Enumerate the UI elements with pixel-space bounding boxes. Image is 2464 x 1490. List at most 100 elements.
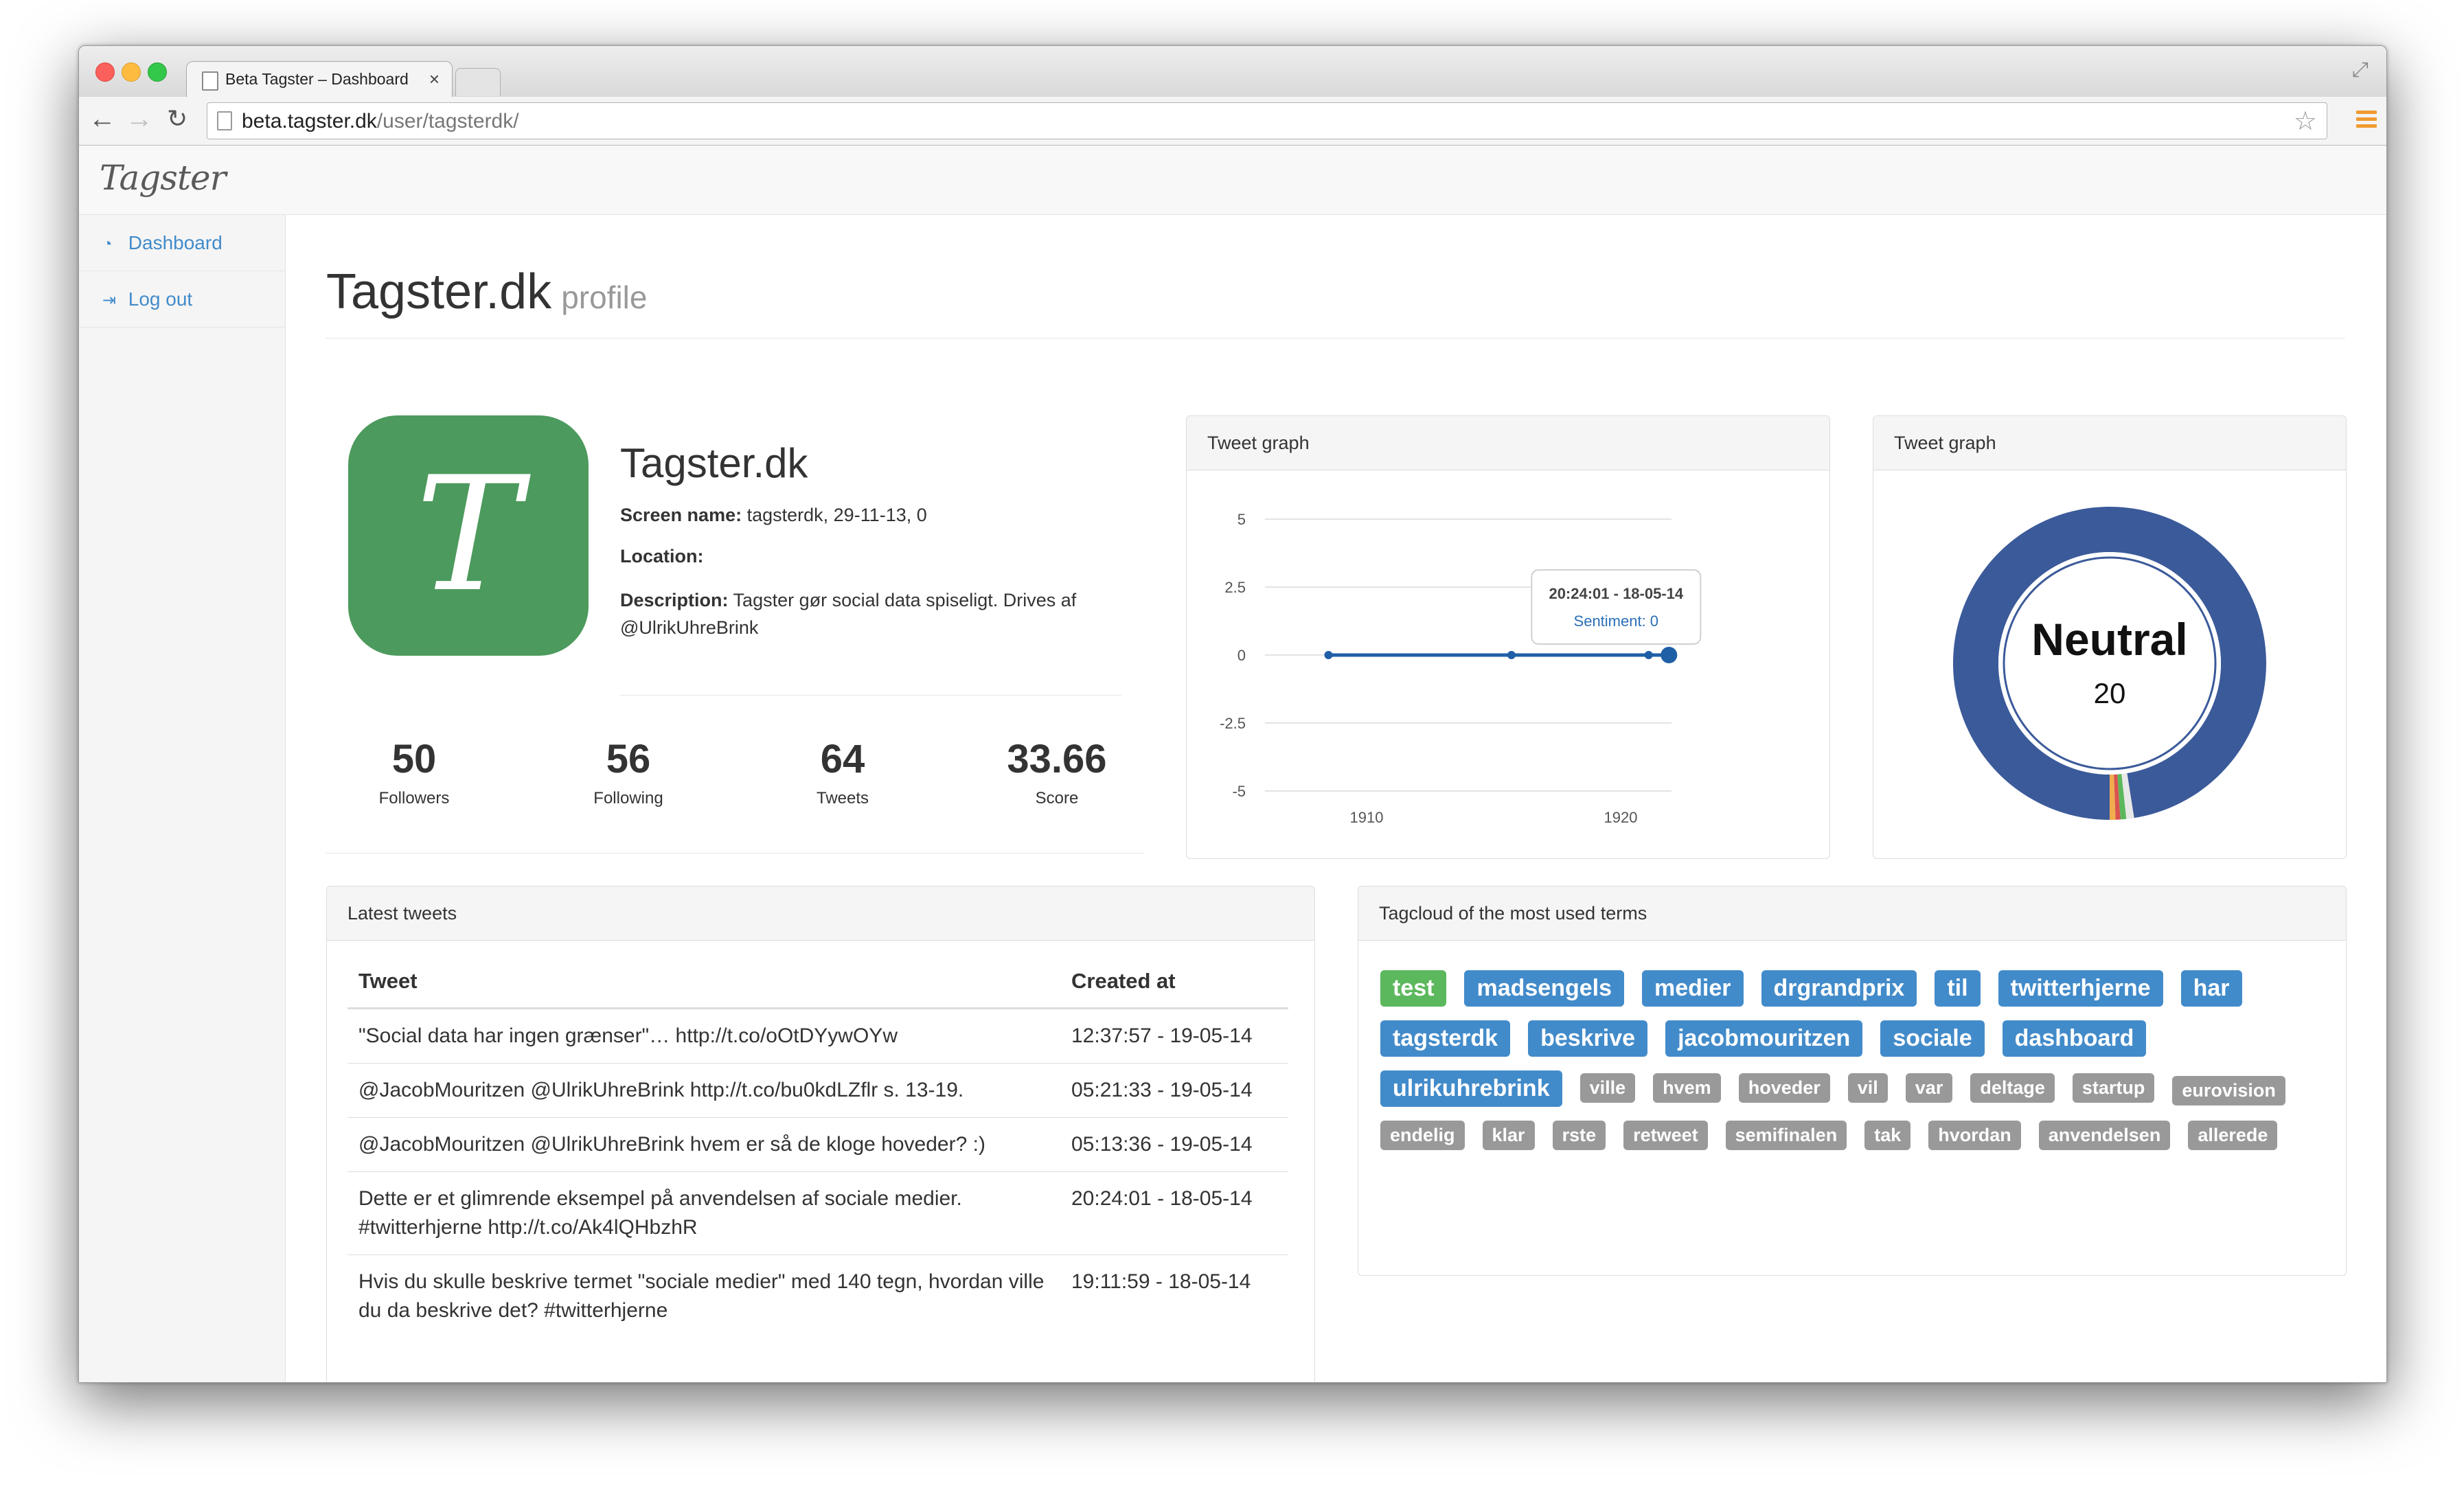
- tag-label[interactable]: semifinalen: [1725, 1121, 1847, 1150]
- tweet-text: @JacobMouritzen @UlrikUhreBrink hvem er …: [347, 1117, 1060, 1172]
- tweet-created: 05:13:36 - 19-05-14: [1060, 1117, 1288, 1172]
- tagcloud: test madsengels medier drgrandprix til twitte…: [1380, 970, 2328, 1160]
- sidebar-item-label: Log out: [128, 288, 193, 310]
- tooltip-text: Sentiment: 0: [1574, 612, 1659, 630]
- page-icon: [217, 111, 232, 130]
- url-path: /user/tagsterdk/: [376, 110, 519, 133]
- panel-title: Tweet graph: [1187, 416, 1829, 470]
- tweet-created: 20:24:01 - 18-05-14: [1060, 1171, 1288, 1255]
- brand-logo[interactable]: Tagster: [100, 158, 227, 198]
- tag-label[interactable]: anvendelsen: [2038, 1121, 2171, 1150]
- address-bar[interactable]: beta.tagster.dk/user/tagsterdk/ ☆: [207, 102, 2327, 139]
- tag-label[interactable]: deltage: [1970, 1073, 2055, 1103]
- data-point[interactable]: [1507, 651, 1516, 659]
- tag-label[interactable]: tagsterdk: [1380, 1020, 1511, 1057]
- latest-tweets-panel: Latest tweets Tweet Created at "Social d…: [326, 886, 1315, 1382]
- tag-label[interactable]: vil: [1847, 1073, 1888, 1103]
- fullscreen-icon[interactable]: ⤢: [2352, 58, 2369, 82]
- tag-label[interactable]: eurovision: [2172, 1076, 2285, 1105]
- bookmark-star-icon[interactable]: ☆: [2294, 106, 2317, 137]
- tweets-table: Tweet Created at "Social data har ingen …: [347, 969, 1288, 1338]
- page-header: Tagster.dk profile: [326, 264, 2345, 339]
- tag-label[interactable]: beskrive: [1528, 1020, 1648, 1057]
- tweet-graph-line-panel: Tweet graph 5 2.5 0 -2.5 -5 1910 1920 20:24:01 …: [1186, 415, 1830, 859]
- browser-menu-icon[interactable]: [2356, 111, 2377, 128]
- tab-title: Beta Tagster – Dashboard: [225, 70, 409, 88]
- donut-center-value: 20: [2094, 677, 2126, 709]
- minimize-window-button[interactable]: [122, 62, 141, 82]
- stat-label: Tweets: [816, 789, 869, 807]
- tweet-created: 05:21:33 - 19-05-14: [1060, 1063, 1288, 1118]
- panel-title: Tagcloud of the most used terms: [1358, 886, 2346, 941]
- panel-title: Latest tweets: [327, 886, 1314, 941]
- data-point[interactable]: [1324, 651, 1333, 659]
- stat-following: 56 Following: [560, 736, 697, 808]
- tag-label[interactable]: rste: [1552, 1121, 1606, 1150]
- data-point[interactable]: [1661, 647, 1678, 663]
- dashboard-icon: ◔: [102, 235, 113, 253]
- document-icon: [202, 71, 218, 91]
- new-tab-button[interactable]: [455, 68, 501, 96]
- tweet-text: @JacobMouritzen @UlrikUhreBrink http://t…: [347, 1063, 1060, 1118]
- table-row: "Social data har ingen grænser"… http://…: [347, 1008, 1288, 1064]
- top-navbar: Tagster: [79, 146, 2386, 215]
- tag-label[interactable]: twitterhjerne: [1998, 970, 2163, 1007]
- stat-label: Score: [1035, 789, 1079, 807]
- avatar: T: [348, 415, 589, 656]
- tag-label[interactable]: var: [1905, 1073, 1953, 1103]
- tag-label[interactable]: medier: [1642, 970, 1744, 1007]
- tag-label[interactable]: startup: [2072, 1073, 2155, 1103]
- sidebar-item-dashboard[interactable]: ◔ Dashboard: [79, 215, 285, 271]
- data-point[interactable]: [1644, 651, 1653, 659]
- tag-label[interactable]: til: [1935, 970, 1981, 1007]
- tag-label[interactable]: allerede: [2188, 1121, 2278, 1150]
- tooltip-title: 20:24:01 - 18-05-14: [1549, 585, 1683, 602]
- tag-label[interactable]: sociale: [1880, 1020, 1985, 1057]
- tag-label[interactable]: dashboard: [2002, 1020, 2147, 1057]
- tweet-text: Hvis du skulle beskrive termet "sociale …: [347, 1254, 1060, 1338]
- tag-label[interactable]: jacobmouritzen: [1665, 1020, 1863, 1057]
- reload-icon[interactable]: ↻: [167, 105, 187, 133]
- stat-value: 56: [606, 737, 651, 781]
- tag-label[interactable]: tak: [1864, 1121, 1911, 1150]
- tag-label[interactable]: madsengels: [1464, 970, 1624, 1007]
- tag-label[interactable]: hoveder: [1738, 1073, 1830, 1103]
- donut-center-label: Neutral: [2031, 614, 2187, 665]
- tag-label[interactable]: hvordan: [1928, 1121, 2021, 1150]
- tag-label[interactable]: endelig: [1380, 1121, 1465, 1150]
- browser-window: Beta Tagster – Dashboard × ⤢ ← → ↻ beta.…: [78, 45, 2387, 1383]
- donut-chart[interactable]: Neutral 20: [1873, 470, 2346, 858]
- tab-close-icon[interactable]: ×: [429, 69, 440, 90]
- zoom-window-button[interactable]: [148, 62, 167, 82]
- sidebar-item-logout[interactable]: ⇥ Log out: [79, 271, 285, 328]
- url-host: beta.tagster.dk: [242, 110, 377, 133]
- tweet-created: 19:11:59 - 18-05-14: [1060, 1254, 1288, 1338]
- browser-tab[interactable]: Beta Tagster – Dashboard ×: [186, 61, 453, 99]
- line-chart[interactable]: 5 2.5 0 -2.5 -5 1910 1920 20:24:01 - 18-05-14 Se…: [1187, 470, 1829, 858]
- stat-followers: 50 Followers: [345, 736, 483, 808]
- profile-divider: [620, 695, 1121, 696]
- tag-label[interactable]: klar: [1482, 1121, 1535, 1150]
- x-tick-label: 1920: [1604, 809, 1638, 826]
- forward-arrow-icon[interactable]: →: [126, 105, 153, 133]
- back-arrow-icon[interactable]: ←: [89, 105, 116, 133]
- tag-label[interactable]: har: [2180, 970, 2242, 1007]
- tag-label[interactable]: ville: [1579, 1073, 1636, 1103]
- table-row: @JacobMouritzen @UlrikUhreBrink hvem er …: [347, 1117, 1288, 1172]
- tag-label[interactable]: test: [1380, 970, 1447, 1007]
- tag-label[interactable]: ulrikuhrebrink: [1380, 1070, 1562, 1107]
- description-label: Description:: [620, 590, 729, 610]
- table-row: Dette er et glimrende eksempel på anvend…: [347, 1171, 1288, 1255]
- tag-label[interactable]: retweet: [1623, 1121, 1708, 1150]
- url-text: beta.tagster.dk/user/tagsterdk/: [242, 110, 519, 133]
- table-row: Hvis du skulle beskrive termet "sociale …: [347, 1254, 1288, 1338]
- sidebar: ◔ Dashboard ⇥ Log out: [79, 215, 286, 1382]
- stat-tweets: 64 Tweets: [774, 736, 911, 808]
- tag-label[interactable]: hvem: [1653, 1073, 1721, 1103]
- close-window-button[interactable]: [95, 62, 115, 82]
- tagcloud-panel: Tagcloud of the most used terms test mads…: [1358, 886, 2347, 1276]
- page-title: Tagster.dk: [326, 264, 552, 319]
- tag-label[interactable]: drgrandprix: [1761, 970, 1917, 1007]
- column-header-tweet: Tweet: [347, 969, 1060, 1009]
- profile-name: Tagster.dk: [620, 440, 808, 486]
